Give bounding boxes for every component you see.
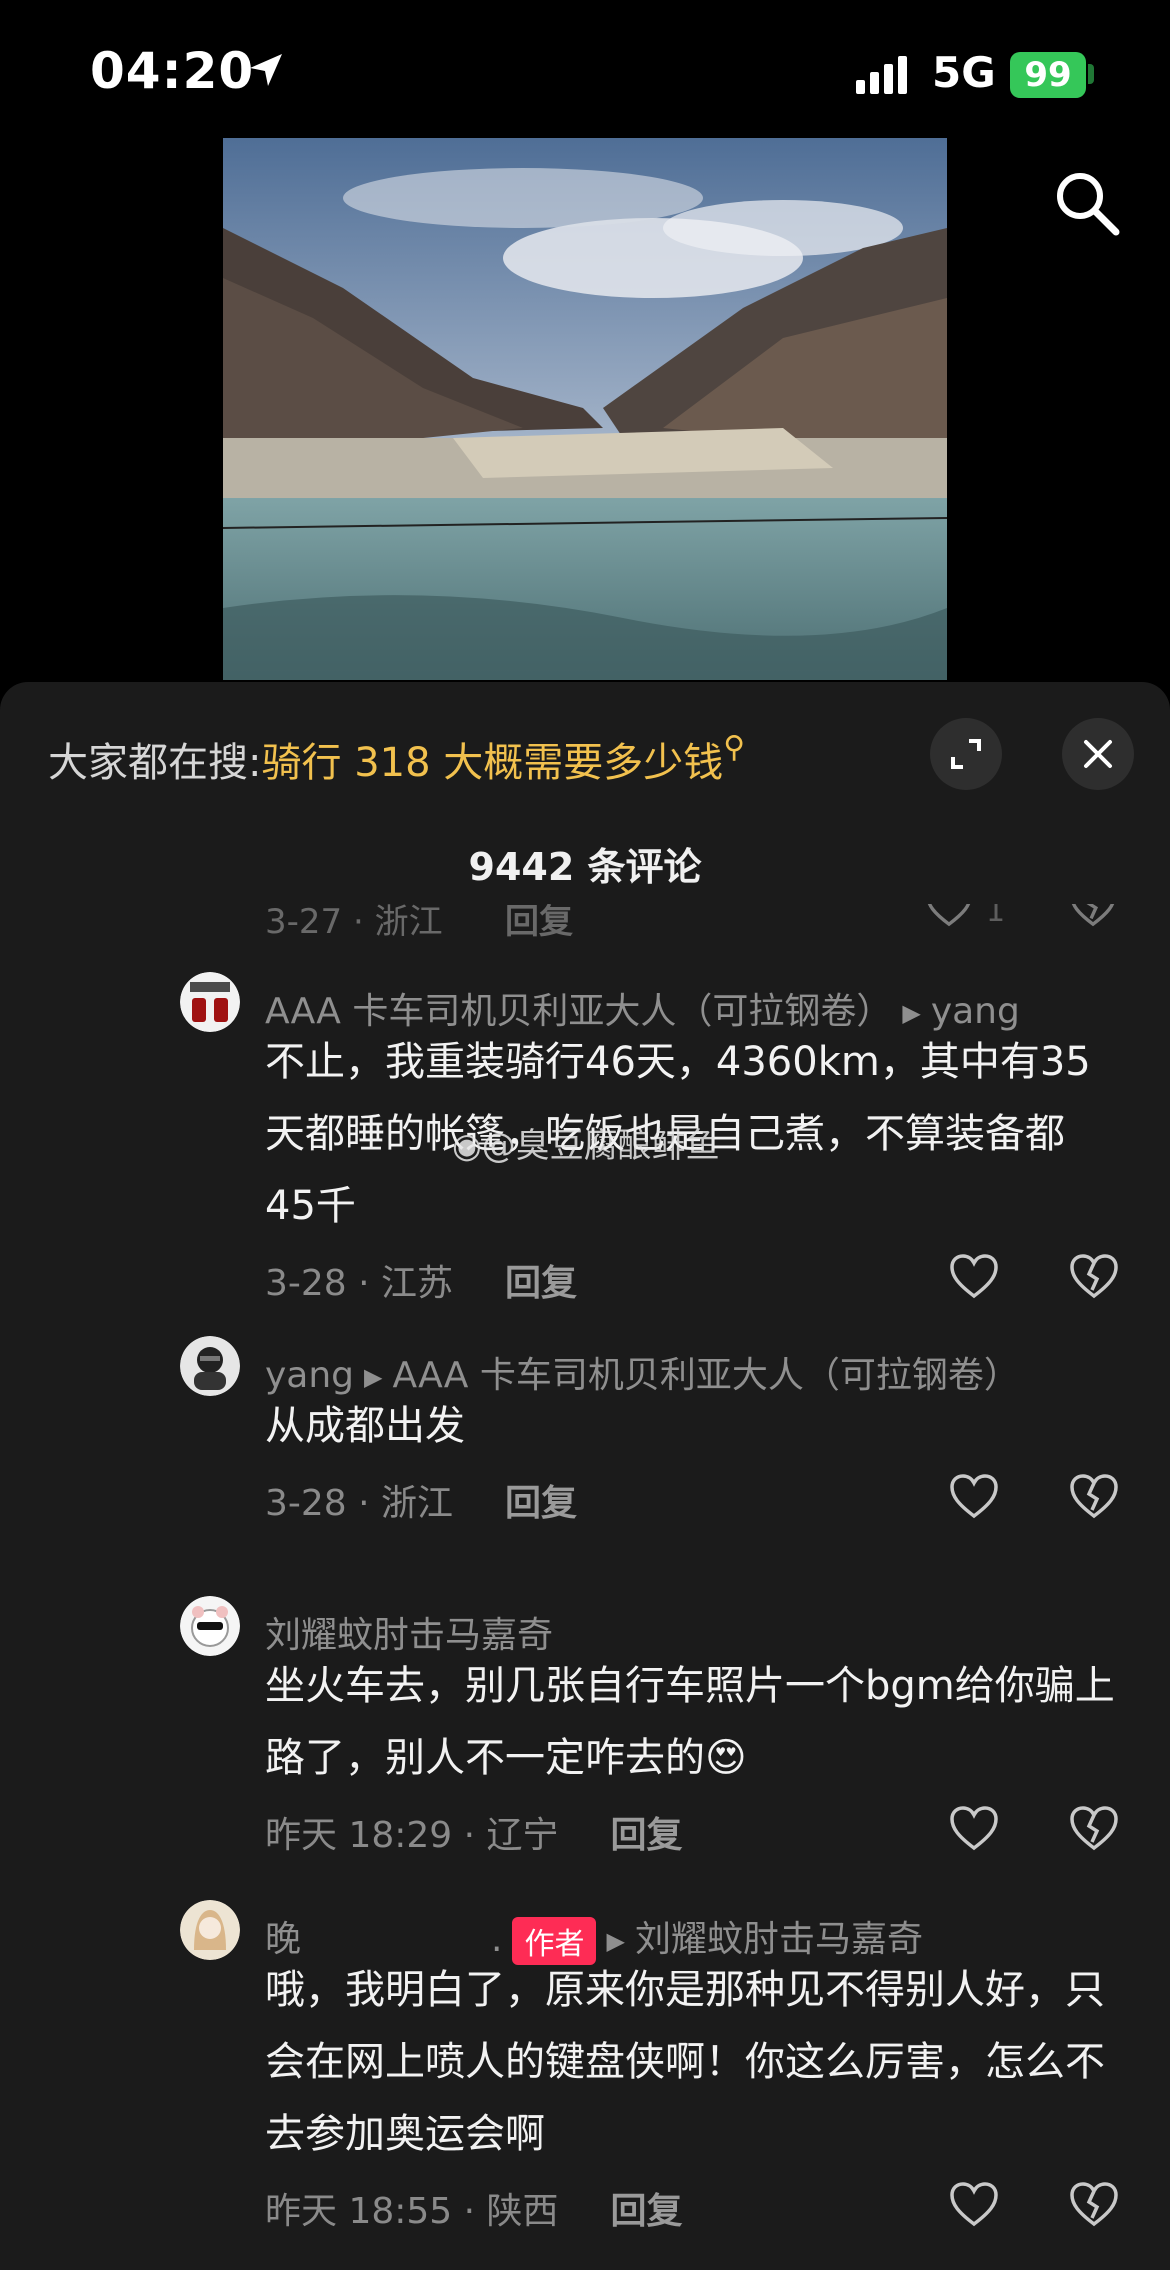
status-bar: 04:20 5G 99	[0, 0, 1170, 130]
network-type: 5G	[932, 48, 996, 97]
comment-sheet: 大家都在搜:骑行 318 大概需要多少钱⚲ 9442 条评论 3-27 · 浙江…	[0, 682, 1170, 2270]
comment-text: 坐火车去，别几张自行车照片一个bgm给你骗上路了，别人不一定咋去的😍	[265, 1663, 1115, 1781]
close-button[interactable]	[1062, 718, 1134, 790]
comment-meta: 3-28 · 江苏 回复	[265, 1254, 577, 1306]
comment-date-location: 昨天 18:55 · 陕西	[265, 2191, 559, 2232]
video-thumbnail[interactable]	[223, 138, 947, 680]
comment-meta: 3-28 · 浙江 回复	[265, 1474, 577, 1526]
signal-icon	[856, 56, 907, 94]
battery-tip	[1088, 64, 1094, 84]
watermark-text: @臭豆腐酿鲱鱼	[481, 1126, 720, 1166]
battery-indicator: 99	[1010, 52, 1086, 98]
watermark: ◉@臭豆腐酿鲱鱼	[452, 1118, 720, 1167]
heart-icon[interactable]	[924, 904, 974, 928]
like-count: 1	[986, 904, 1006, 929]
reply-button[interactable]: 回复	[611, 1815, 683, 1856]
expand-icon	[951, 739, 981, 769]
reply-arrow-icon: ▶	[902, 999, 921, 1027]
comment-meta: 昨天 18:55 · 陕西 回复	[265, 2182, 683, 2234]
reply-arrow-icon: ▶	[364, 1363, 383, 1391]
hot-search-bar[interactable]: 大家都在搜:骑行 318 大概需要多少钱⚲	[48, 730, 745, 788]
location-arrow-icon	[250, 54, 282, 86]
expand-button[interactable]	[930, 718, 1002, 790]
reply-button[interactable]: 回复	[505, 1263, 577, 1304]
heart-icon[interactable]	[948, 1472, 1000, 1520]
battery-level: 99	[1024, 55, 1072, 95]
reply-button[interactable]: 回复	[505, 1483, 577, 1524]
search-icon[interactable]	[1052, 168, 1122, 238]
comment-text: 从成都出发	[265, 1403, 465, 1449]
avatar[interactable]	[180, 972, 240, 1032]
comment-count: 9442 条评论	[468, 845, 702, 889]
comment-meta: 昨天 18:29 · 辽宁 回复	[265, 1806, 683, 1858]
avatar[interactable]	[180, 1336, 240, 1396]
heart-icon[interactable]	[948, 1804, 1000, 1852]
broken-heart-icon[interactable]	[1068, 1472, 1120, 1520]
broken-heart-icon[interactable]	[1068, 1252, 1120, 1300]
broken-heart-icon[interactable]	[1068, 904, 1118, 928]
comment-list[interactable]: 3-27 · 浙江 回复 1 AAA 卡车司机贝利亚大人（可拉钢卷） ▶ yang …	[0, 904, 1170, 2270]
close-icon	[1084, 740, 1112, 768]
hot-search-prefix: 大家都在搜:	[48, 740, 262, 786]
comment-text: 哦，我明白了，原来你是那种见不得别人好，只会在网上喷人的键盘侠啊！你这么厉害，怎…	[265, 1967, 1105, 2157]
heart-icon[interactable]	[948, 2180, 1000, 2228]
comment-date-location: 3-28 · 浙江	[265, 1483, 454, 1524]
heart-icon[interactable]	[948, 1252, 1000, 1300]
reply-button[interactable]: 回复	[611, 2191, 683, 2232]
status-time: 04:20	[90, 42, 255, 100]
avatar[interactable]	[180, 1900, 240, 1960]
avatar[interactable]	[180, 1596, 240, 1656]
comment-date-location: 昨天 18:29 · 辽宁	[265, 1815, 559, 1856]
hot-search-keyword[interactable]: 骑行 318 大概需要多少钱	[261, 740, 723, 786]
comment-meta: 3-27 · 浙江	[265, 904, 443, 942]
reply-arrow-icon: ▶	[606, 1927, 625, 1955]
broken-heart-icon[interactable]	[1068, 2180, 1120, 2228]
reply-button[interactable]: 回复	[505, 904, 573, 943]
broken-heart-icon[interactable]	[1068, 1804, 1120, 1852]
search-small-icon: ⚲	[723, 730, 746, 765]
weibo-icon: ◉	[452, 1126, 482, 1166]
comment-date-location: 3-28 · 江苏	[265, 1263, 454, 1304]
